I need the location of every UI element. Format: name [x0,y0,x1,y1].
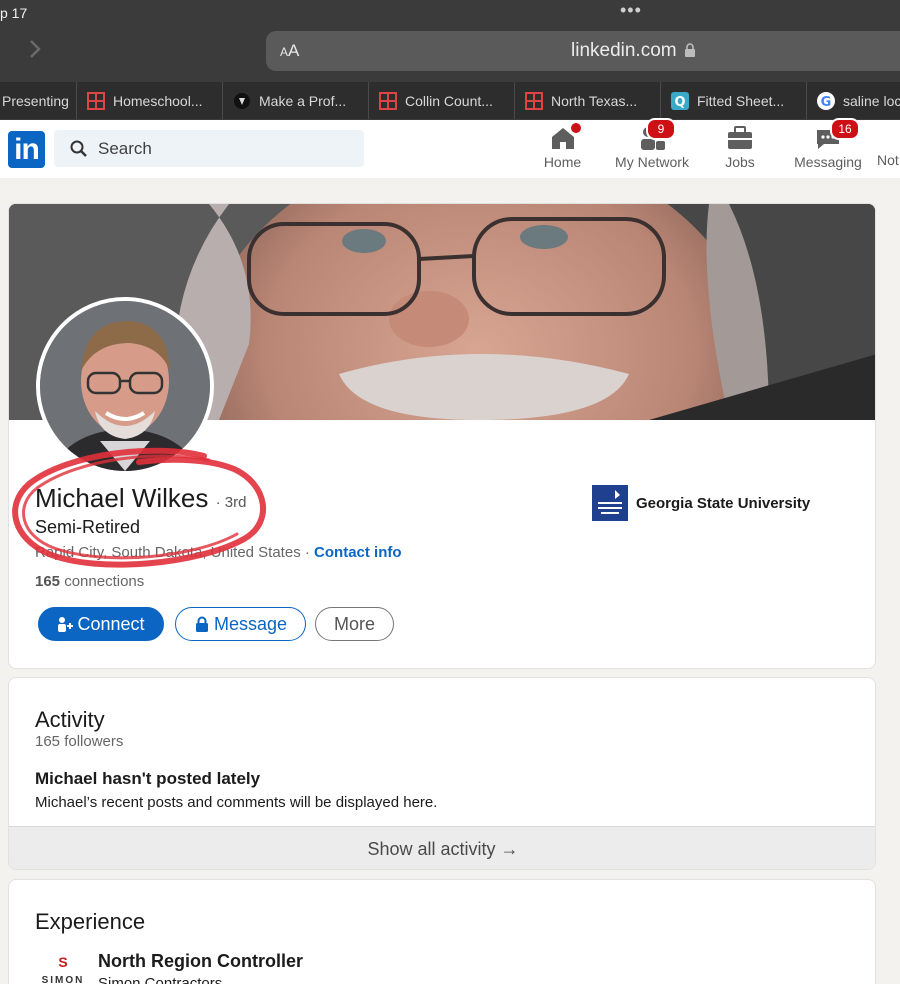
more-button[interactable]: More [315,607,394,641]
contact-info-link[interactable]: Contact info [314,544,402,561]
profile-location: Rapid City, South Dakota, United States … [35,544,402,561]
experience-title: Experience [35,909,146,934]
tab-fitted-sheet[interactable]: Q Fitted Sheet... [661,82,807,119]
connect-button[interactable]: Connect [38,607,164,641]
activity-title: Activity [35,707,105,732]
add-person-icon [58,617,74,632]
grid-icon [87,91,105,110]
q-icon: Q [671,91,689,110]
grid-icon [525,91,543,110]
avatar[interactable] [36,297,214,475]
nav-home-label: Home [543,154,582,170]
tab-north-texas[interactable]: North Texas... [515,82,661,119]
experience-card: Experience S SIMON North Region Controll… [8,879,876,984]
nav-jobs[interactable]: Jobs [722,124,758,174]
address-bar[interactable]: AA linkedin.com [266,31,900,71]
shield-icon [233,92,251,110]
status-time: p 17 [0,5,28,21]
profile-name: Michael Wilkes · 3rd [35,483,247,513]
activity-empty-description: Michael’s recent posts and comments will… [35,794,438,811]
profile-headline: Semi-Retired [35,517,141,537]
linkedin-logo[interactable]: in [8,131,45,168]
text-size-button[interactable]: AA [280,41,299,61]
network-badge: 9 [646,118,676,140]
show-all-activity-button[interactable]: Show all activity → [9,826,875,869]
multitask-dots[interactable]: ••• [620,0,642,21]
tab-homeschool[interactable]: Homeschool... [77,82,223,119]
education-link[interactable]: Georgia State University [592,485,810,521]
tab-make-a-prof[interactable]: Make a Prof... [223,82,369,119]
messaging-icon: 16 [814,118,860,152]
nav-jobs-label: Jobs [725,154,755,170]
followers-count: 165 followers [35,733,124,750]
tab-saline-loc[interactable]: G saline loc [807,82,900,119]
browser-chrome: p 17 ••• AA linkedin.com Presenting Home… [0,0,900,120]
tab-collin-county[interactable]: Collin Count... [369,82,515,119]
grid-icon [379,91,397,110]
activity-empty-title: Michael hasn't posted lately [35,769,261,788]
nav-home[interactable]: Home [540,121,585,174]
nav-messaging-label: Messaging [794,154,862,170]
connections-count[interactable]: 165 connections [35,573,144,590]
search-placeholder: Search [98,139,152,158]
nav-my-network[interactable]: 9 My Network [612,118,692,174]
simon-logo[interactable]: S SIMON [37,954,89,984]
network-icon: 9 [638,118,676,152]
tab-bar: Presenting Homeschool... Make a Prof... … [0,82,900,119]
activity-card: Activity 165 followers Michael hasn't po… [8,677,876,870]
tab-presenting[interactable]: Presenting [0,82,77,119]
connection-degree: · 3rd [215,494,247,511]
nav-messaging[interactable]: 16 Messaging [792,118,864,174]
url-text: linkedin.com [571,40,677,61]
home-icon [549,121,583,152]
profile-card: Michael Wilkes · 3rd Semi-Retired Rapid … [8,203,876,669]
gsu-logo [592,485,628,521]
messaging-badge: 16 [830,118,860,140]
svg-text:Q: Q [674,95,685,110]
briefcase-icon [726,124,754,152]
nav-my-network-label: My Network [615,154,689,170]
search-icon [70,140,87,157]
linkedin-header: in Search Home 9 My Network Jobs 16 Mess… [0,118,900,178]
forward-chevron-icon[interactable] [26,38,44,60]
search-input[interactable]: Search [54,130,364,167]
message-button[interactable]: Message [175,607,306,641]
nav-notifications-label: Not [877,152,899,168]
home-notification-dot [568,121,583,135]
nav-notifications[interactable]: Not [877,124,900,174]
experience-company: Simon Contractors [98,975,223,984]
lock-icon [685,43,695,57]
lock-icon [195,616,208,632]
svg-text:G: G [821,95,832,110]
education-name: Georgia State University [636,494,811,512]
experience-role[interactable]: North Region Controller [98,951,303,972]
google-icon: G [817,91,835,110]
